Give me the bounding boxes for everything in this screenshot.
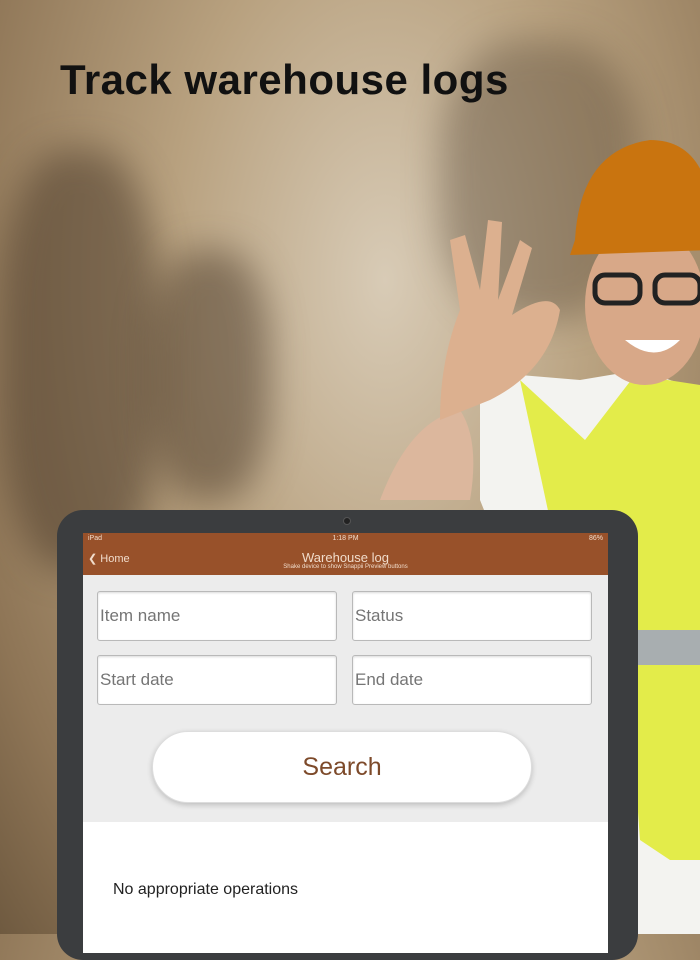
search-button[interactable]: Search (152, 731, 532, 803)
search-form: Search (83, 575, 608, 822)
headline: Track warehouse logs (60, 56, 509, 103)
battery: 86% (588, 535, 603, 542)
end-date-input[interactable] (352, 655, 592, 705)
background-shelf (150, 250, 270, 500)
status-bar: iPad 1:18 PM 86% (83, 533, 608, 544)
tablet-device: iPad 1:18 PM 86% ❮ Home Warehouse log Sh… (57, 510, 638, 960)
page-title: Warehouse log (302, 550, 389, 565)
background-shelf (0, 150, 160, 570)
page-subtitle: Shake device to show Snappii Preview but… (283, 564, 408, 570)
device-label: iPad (88, 535, 103, 542)
empty-results-text: No appropriate operations (113, 881, 299, 898)
start-date-input[interactable] (97, 655, 337, 705)
camera-icon (343, 517, 351, 525)
clock: 1:18 PM (332, 535, 359, 542)
navigation-bar: iPad 1:18 PM 86% ❮ Home Warehouse log Sh… (83, 533, 608, 575)
app-screen: iPad 1:18 PM 86% ❮ Home Warehouse log Sh… (83, 533, 608, 953)
item-name-input[interactable] (97, 591, 337, 641)
status-input[interactable] (352, 591, 592, 641)
